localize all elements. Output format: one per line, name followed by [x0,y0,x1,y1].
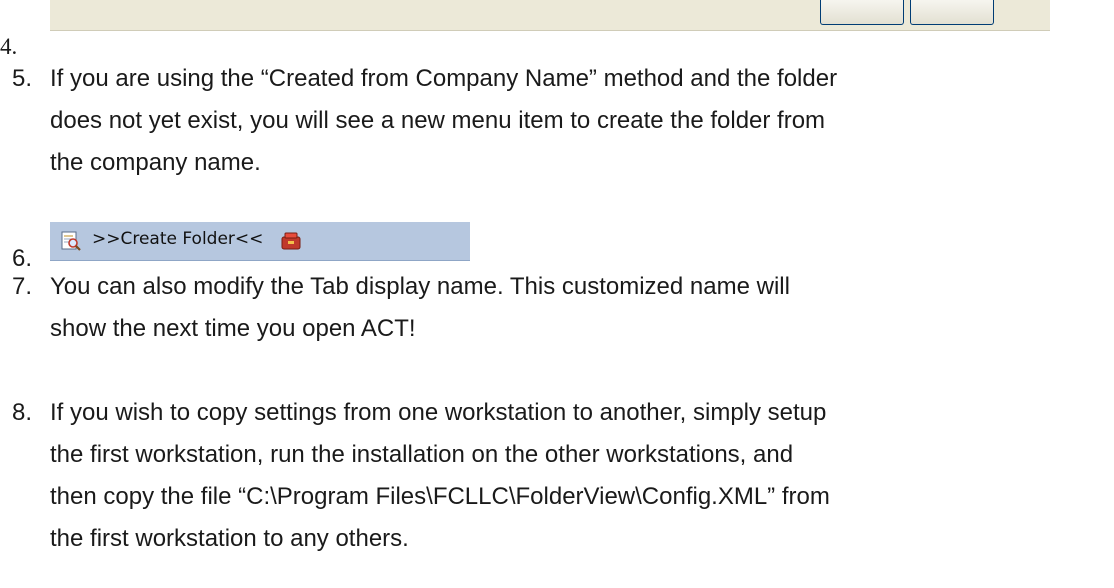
item-7-line-2: show the next time you open ACT! [50,315,416,342]
item-8-line-2: the first workstation, run the installat… [50,441,794,468]
item-number-4: 4. [0,34,18,59]
item-5-line-2: does not yet exist, you will see a new m… [50,107,826,134]
document-magnifier-icon[interactable] [60,230,82,252]
create-folder-menu-item[interactable]: >>Create Folder<< [92,229,263,249]
item-8-line-3: then copy the file “C:\Program Files\FCL… [50,483,830,510]
dialog-button-right[interactable] [910,0,994,25]
item-text-7: You can also modify the Tab display name… [50,266,1112,350]
item-number-7: 7. [12,273,33,300]
item-text-5: If you are using the “Created from Compa… [50,58,1112,184]
item-8-line-4: the first workstation to any others. [50,525,409,552]
item-number-5: 5. [12,65,33,92]
item-7-line-1: You can also modify the Tab display name… [50,273,790,300]
item-text-8: If you wish to copy settings from one wo… [50,392,1112,560]
item-8-line-1: If you wish to copy settings from one wo… [50,399,827,426]
item-5-line-3: the company name. [50,149,261,176]
dialog-screenshot-strip [50,0,1050,31]
item-number-8: 8. [12,399,33,426]
folder-tool-icon[interactable] [280,231,302,251]
item-5-line-1: If you are using the “Created from Compa… [50,65,838,92]
create-folder-toolbar: >>Create Folder<< [50,222,470,261]
dialog-button-left[interactable] [820,0,904,25]
